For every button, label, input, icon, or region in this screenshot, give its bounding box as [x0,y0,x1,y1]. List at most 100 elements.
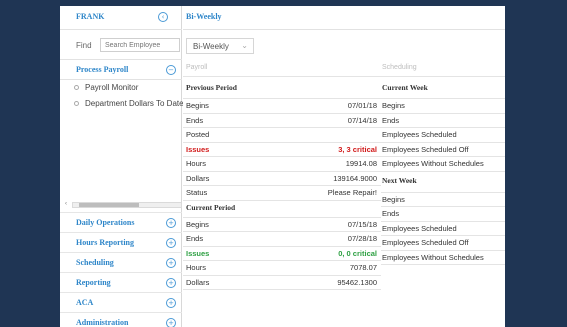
payroll-column-header: Payroll [186,64,208,71]
main-header: Bi-Weekly [183,6,505,30]
row-label: Begins [382,101,405,110]
row-label: Posted [186,130,210,139]
row-label: Employees Scheduled Off [382,238,469,247]
expand-icon[interactable]: + [166,238,176,248]
previous-period-row: Issues 3, 3 critical [186,142,381,156]
nav-aca[interactable]: ACA + [60,292,182,312]
previous-period-row: Posted [186,127,381,141]
next-week-row: Employees Without Schedules [382,250,505,264]
radio-icon [74,85,79,91]
row-value: 07/15/18 [347,219,377,229]
row-value: 139164.9000 [333,173,377,183]
nav-scheduling[interactable]: Scheduling + [60,252,182,272]
previous-period-row: Dollars 139164.9000 [186,171,381,185]
previous-period-row: Ends 07/14/18 [186,113,381,127]
sidebar: FRANK ‹ Find Process Payroll − Payroll M… [60,6,187,327]
expand-icon[interactable]: + [166,218,176,228]
nav-label: Daily Operations [76,218,135,227]
divider [381,170,505,172]
row-value: 07/01/18 [347,101,377,110]
previous-period-title: Previous Period [186,83,237,92]
row-label: Hours [186,263,207,272]
nav-label: Scheduling [76,258,114,267]
previous-period-row: Hours 19914.08 [186,156,381,170]
nav-label: Hours Reporting [76,238,134,247]
sidebar-item-department-dollars[interactable]: Department Dollars To Date [74,99,184,111]
expand-icon[interactable]: + [166,258,176,268]
row-value: 3, 3 critical [338,144,377,154]
chevron-down-icon: ⌄ [241,41,248,50]
collapse-icon[interactable]: − [166,65,176,75]
nav-administration[interactable]: Administration + [60,312,182,327]
process-payroll-header[interactable]: Process Payroll − [60,60,182,80]
row-label: Employees Scheduled [382,223,457,233]
current-period-row: Issues 0, 0 critical [186,246,381,260]
sidebar-item-label: Payroll Monitor [85,83,139,92]
row-label: Hours [186,159,207,168]
sidebar-item-label: Department Dollars To Date [85,99,184,108]
current-period-title: Current Period [186,202,236,212]
main-panel: Bi-Weekly Bi-Weekly ⌄ Payroll Scheduling… [183,6,505,327]
row-label: Ends [186,234,204,243]
app-window: FRANK ‹ Find Process Payroll − Payroll M… [60,6,505,327]
divider [183,76,505,77]
nav-label: Administration [76,318,129,327]
current-period-row: Hours 7078.07 [186,260,381,274]
row-label: Employees Scheduled Off [382,144,469,154]
current-week-row: Begins [382,98,505,112]
next-week-row: Ends [382,206,505,220]
row-value: Please Repair! [327,188,377,197]
user-row: FRANK ‹ [60,6,182,30]
nav-reporting[interactable]: Reporting + [60,272,182,292]
previous-period-row: Begins 07/01/18 [186,98,381,112]
expand-icon[interactable]: + [166,278,176,288]
expand-icon[interactable]: + [166,298,176,308]
sidebar-horizontal-scrollbar[interactable]: ‹ › [65,201,187,208]
next-week-row: Employees Scheduled [382,221,505,235]
row-label: Dollars [186,277,210,287]
scroll-thumb[interactable] [79,203,139,207]
current-period-row: Begins 07/15/18 [186,217,381,231]
process-payroll-title: Process Payroll [76,65,129,74]
nav-label: ACA [76,298,94,307]
row-label: Issues [186,144,210,154]
expand-icon[interactable]: + [166,318,176,327]
divider [183,199,381,201]
row-value: 7078.07 [349,263,377,272]
search-employee-input[interactable] [100,38,180,52]
row-label: Ends [382,209,400,218]
row-label: Begins [186,219,209,229]
next-week-title: Next Week [382,175,417,185]
find-label: Find [76,41,92,50]
period-select[interactable]: Bi-Weekly ⌄ [186,38,254,54]
user-name[interactable]: FRANK [76,12,104,21]
nav-daily-operations[interactable]: Daily Operations + [60,212,182,232]
nav-label: Reporting [76,278,111,287]
row-label: Employees Without Schedules [382,159,484,168]
row-label: Employees Scheduled [382,130,457,139]
circle-arrow-icon[interactable]: ‹ [158,12,168,22]
next-week-row: Begins [382,192,505,206]
period-select-value: Bi-Weekly [193,42,229,51]
row-label: Begins [382,194,405,204]
divider [381,264,505,265]
find-row: Find [60,30,182,60]
current-week-row: Ends [382,113,505,127]
scheduling-column-header: Scheduling [382,64,417,71]
page-title: Bi-Weekly [186,12,222,21]
current-week-row: Employees Without Schedules [382,156,505,170]
current-period-row: Dollars 95462.1300 [186,275,381,289]
current-period-row: Ends 07/28/18 [186,231,381,245]
scroll-left-icon[interactable]: ‹ [65,201,67,207]
row-label: Ends [382,115,400,125]
row-label: Begins [186,101,209,110]
sidebar-item-payroll-monitor[interactable]: Payroll Monitor [74,83,138,95]
row-value: 07/14/18 [347,115,377,125]
row-label: Employees Without Schedules [382,252,484,262]
nav-hours-reporting[interactable]: Hours Reporting + [60,232,182,252]
current-week-row: Employees Scheduled [382,127,505,141]
row-label: Issues [186,248,210,258]
next-week-row: Employees Scheduled Off [382,235,505,249]
current-week-row: Employees Scheduled Off [382,142,505,156]
row-value: 0, 0 critical [338,248,377,258]
